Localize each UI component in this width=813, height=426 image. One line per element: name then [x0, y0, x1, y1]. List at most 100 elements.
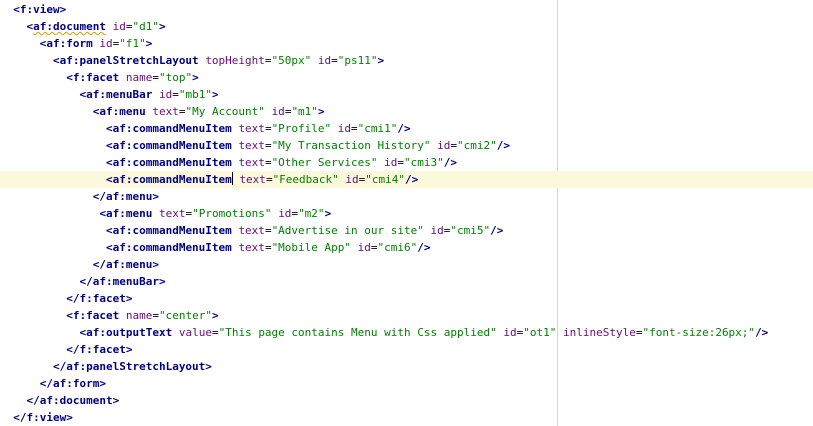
code-token-attr: topHeight: [205, 54, 265, 67]
code-token-attr: text: [239, 173, 266, 186]
code-token-plain: =: [264, 54, 272, 67]
code-token-attr: id: [437, 139, 451, 152]
code-token-plain: =: [264, 139, 272, 152]
code-line[interactable]: <af:panelStretchLayout topHeight="50px" …: [0, 52, 813, 69]
code-token-tag: />: [397, 122, 411, 135]
code-line[interactable]: </f:view>: [0, 409, 813, 426]
code-token-tag: <f:view>: [13, 3, 67, 16]
code-line[interactable]: <af:menu text="Promotions" id="m2">: [0, 205, 813, 222]
code-token-tag: <af:panelStretchLayout: [52, 54, 199, 67]
code-line[interactable]: <af:commandMenuItem text="Feedback" id="…: [0, 171, 813, 188]
code-token-plain: =: [264, 241, 272, 254]
code-line[interactable]: <af:commandMenuItem text="Advertise in o…: [0, 222, 813, 239]
code-token-tag: <af:form: [39, 37, 93, 50]
code-token-attr: id: [357, 241, 371, 254]
code-token-attr: text: [158, 207, 186, 220]
code-line[interactable]: </af:menu>: [0, 256, 813, 273]
warning-squiggle[interactable]: af:document: [33, 20, 106, 33]
code-token-val: "m1": [291, 105, 318, 118]
code-token-val: "My Transaction History": [271, 139, 431, 152]
code-line[interactable]: <af:commandMenuItem text="My Transaction…: [0, 137, 813, 154]
code-token-attr: text: [238, 156, 265, 169]
code-token-tag: </f:view>: [13, 411, 73, 424]
code-token-tag: </f:facet>: [66, 343, 133, 356]
code-token-plain: =: [331, 54, 338, 67]
code-token-tag: <af:commandMenuItem: [105, 173, 232, 186]
code-token-tag: >: [377, 54, 385, 67]
code-line[interactable]: <af:commandMenuItem text="Mobile App" id…: [0, 239, 813, 256]
code-token-val: "d1": [132, 20, 159, 33]
code-token-tag: <af:commandMenuItem: [105, 122, 232, 135]
code-token-val: "font-size:26px;": [642, 326, 756, 339]
code-token-attr: inlineStyle: [562, 326, 636, 339]
code-token-attr: text: [238, 224, 265, 237]
code-line[interactable]: <af:menuBar id="mb1">: [0, 86, 813, 103]
code-line[interactable]: <f:facet name="center">: [0, 307, 813, 324]
code-token-tag: <af:commandMenuItem: [105, 156, 232, 169]
code-token-plain: =: [370, 241, 378, 254]
code-line[interactable]: </f:facet>: [0, 341, 813, 358]
code-token-attr: id: [112, 20, 126, 33]
code-lines[interactable]: <f:view> <af:document id="d1"> <af:form …: [0, 1, 813, 426]
code-token-attr: id: [503, 326, 517, 339]
code-line[interactable]: </af:menu>: [0, 188, 813, 205]
code-line[interactable]: </af:menuBar>: [0, 273, 813, 290]
code-token-tag: >: [211, 309, 219, 322]
code-token-attr: text: [238, 139, 265, 152]
code-line[interactable]: <f:view>: [0, 1, 813, 18]
code-line[interactable]: </f:facet>: [0, 290, 813, 307]
code-line[interactable]: <af:outputText value="This page contains…: [0, 324, 813, 341]
code-token-val: "top": [158, 71, 193, 84]
code-line[interactable]: <af:menu text="My Account" id="m1">: [0, 103, 813, 120]
code-token-tag: <af:outputText: [79, 326, 173, 339]
code-token-val: "Feedback": [272, 173, 339, 186]
code-token-tag: </af:panelStretchLayout>: [52, 360, 212, 373]
code-token-attr: id: [99, 37, 113, 50]
code-line[interactable]: <af:document id="d1">: [0, 18, 813, 35]
code-token-plain: =: [264, 224, 272, 237]
code-line[interactable]: <af:commandMenuItem text="Other Services…: [0, 154, 813, 171]
code-line[interactable]: </af:panelStretchLayout>: [0, 358, 813, 375]
code-token-tag: </f:facet>: [66, 292, 133, 305]
code-token-attr: id: [158, 88, 173, 101]
code-line[interactable]: <af:commandMenuItem text="Profile" id="c…: [0, 120, 813, 137]
code-token-tag: <f:facet: [66, 309, 120, 322]
code-token-val: "mb1": [178, 88, 212, 101]
code-token-val: "center": [158, 309, 212, 322]
code-token-val: "Advertise in our site": [271, 224, 424, 237]
code-line[interactable]: </af:document>: [0, 392, 813, 409]
code-line[interactable]: </af:form>: [0, 375, 813, 392]
code-editor[interactable]: <f:view> <af:document id="d1"> <af:form …: [0, 0, 813, 426]
code-token-tag: </af:menu>: [92, 190, 159, 203]
code-token-tag: <af:commandMenuItem: [105, 139, 232, 152]
code-token-tag: />: [405, 173, 419, 186]
code-token-tag: />: [755, 326, 769, 339]
code-token-plain: =: [211, 326, 219, 339]
code-line[interactable]: <af:form id="f1">: [0, 35, 813, 52]
code-line[interactable]: <f:facet name="top">: [0, 69, 813, 86]
code-token-attr: id: [271, 105, 285, 118]
code-token-val: "50px": [271, 54, 312, 67]
code-token-plain: =: [172, 88, 179, 101]
